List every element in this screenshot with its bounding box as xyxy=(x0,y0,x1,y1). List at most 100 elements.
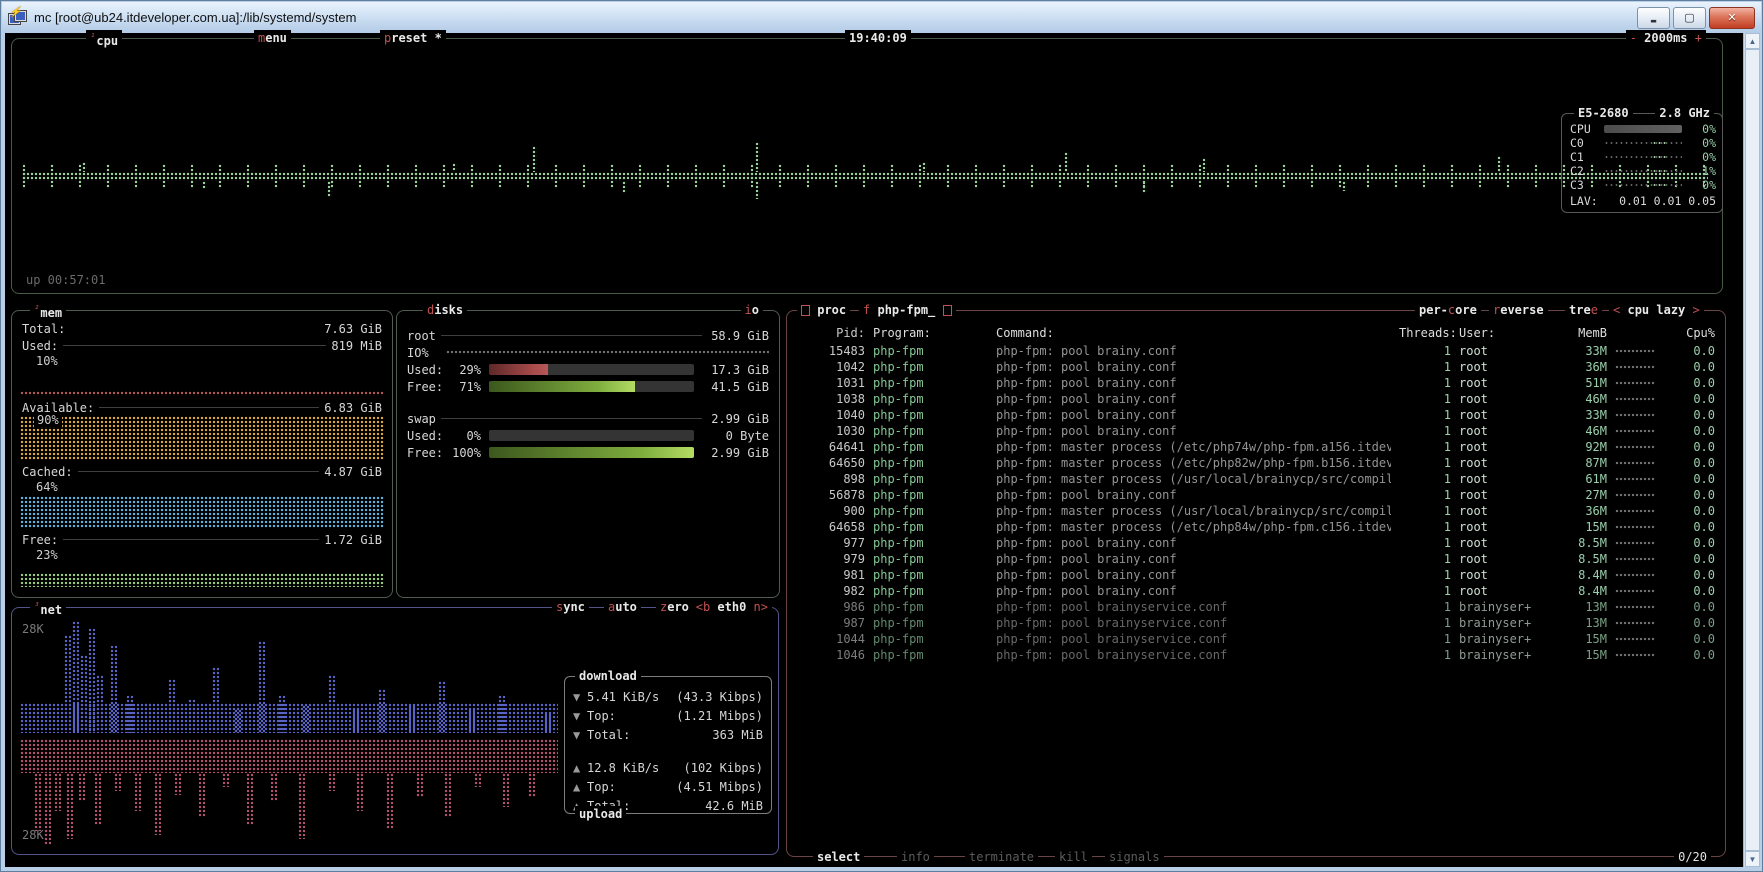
cpu-model: E5-2680 xyxy=(1574,105,1633,121)
download-total-row: Total:363 MiB xyxy=(573,725,763,744)
disk-root-row: root58.9 GiB xyxy=(397,328,779,343)
mem-cached-row: Cached:4.87 GiB xyxy=(12,464,392,479)
mem-available-graph: 90% xyxy=(20,416,384,460)
swap-used-meter xyxy=(489,430,694,441)
process-row[interactable]: 15483php-fpmphp-fpm: pool brainy.conf1ro… xyxy=(787,343,1725,359)
interval-minus-button[interactable]: - xyxy=(1630,31,1637,45)
process-row[interactable]: 900php-fpmphp-fpm: master process (/usr/… xyxy=(787,503,1725,519)
footer-info-button[interactable]: info xyxy=(897,849,934,865)
proc-table-header: Pid: Program: Command: Threads: User: Me… xyxy=(787,325,1725,341)
mem-free-row: Free:1.72 GiB xyxy=(12,532,392,547)
proc-title: proc xyxy=(797,302,850,318)
load-average-row: LAV: 0.01 0.01 0.05 xyxy=(1570,194,1716,209)
scroll-down-icon[interactable] xyxy=(1745,851,1760,867)
cpu-core-row: C30% xyxy=(1570,178,1716,192)
process-row[interactable]: 981php-fpmphp-fpm: pool brainy.conf1root… xyxy=(787,567,1725,583)
scrollbar[interactable] xyxy=(1743,33,1760,867)
cpu-core-row: CPU0% xyxy=(1570,122,1716,136)
process-row[interactable]: 64650php-fpmphp-fpm: master process (/et… xyxy=(787,455,1725,471)
net-sync-button[interactable]: sync xyxy=(552,599,589,615)
interval-value: 2000ms xyxy=(1644,31,1687,45)
process-row[interactable]: 56878php-fpmphp-fpm: pool brainy.conf1ro… xyxy=(787,487,1725,503)
disks-box: disks io root58.9 GiB IO% Used:29% 17.3 … xyxy=(396,310,780,598)
cpu-core-row: C21% xyxy=(1570,164,1716,178)
reverse-button[interactable]: reverse xyxy=(1489,302,1548,318)
process-row[interactable]: 982php-fpmphp-fpm: pool brainy.conf1root… xyxy=(787,583,1725,599)
mem-used-percent: 10% xyxy=(36,354,58,369)
iface-next-button[interactable]: n> xyxy=(754,600,768,614)
net-upload-graph xyxy=(20,739,558,851)
titlebar[interactable]: ⚡ mc [root@ub24.itdeveloper.com.ua]:/lib… xyxy=(2,2,1761,33)
filter-marker-icon xyxy=(943,305,952,316)
process-row[interactable]: 986php-fpmphp-fpm: pool brainyservice.co… xyxy=(787,599,1725,615)
putty-window: ⚡ mc [root@ub24.itdeveloper.com.ua]:/lib… xyxy=(0,0,1763,872)
tree-button[interactable]: tree xyxy=(1565,302,1602,318)
process-row[interactable]: 977php-fpmphp-fpm: pool brainy.conf1root… xyxy=(787,535,1725,551)
tab-mem[interactable]: ²mem xyxy=(30,302,66,321)
upload-speed-row: 12.8 KiB/s(102 Kibps) xyxy=(573,758,763,777)
upload-arrow-icon xyxy=(573,761,587,775)
process-row[interactable]: 1031php-fpmphp-fpm: pool brainy.conf1roo… xyxy=(787,375,1725,391)
upload-top-row: Top:(4.51 Mibps) xyxy=(573,777,763,796)
sort-prev-button[interactable]: < xyxy=(1613,303,1620,317)
net-auto-button[interactable]: auto xyxy=(604,599,641,615)
process-row[interactable]: 1042php-fpmphp-fpm: pool brainy.conf1roo… xyxy=(787,359,1725,375)
scrollbar-thumb[interactable] xyxy=(1745,49,1760,851)
cpu-core-row: C10% xyxy=(1570,150,1716,164)
cpu-side-rows: CPU0%C00%C10%C21%C30% xyxy=(1570,122,1716,192)
process-row[interactable]: 987php-fpmphp-fpm: pool brainyservice.co… xyxy=(787,615,1725,631)
maximize-button[interactable] xyxy=(1673,7,1706,29)
disk-swap-free-row: Free:100% 2.99 GiB xyxy=(397,445,779,460)
disk-swap-row: swap2.99 GiB xyxy=(397,411,779,426)
iface-prev-button[interactable]: <b xyxy=(696,600,710,614)
proc-rows: 15483php-fpmphp-fpm: pool brainy.conf1ro… xyxy=(787,343,1725,663)
cpu-box: ¹cpu menu preset * 19:40:09 - 2000ms + E… xyxy=(11,38,1723,294)
window-title: mc [root@ub24.itdeveloper.com.ua]:/lib/s… xyxy=(34,10,1637,25)
tab-cpu[interactable]: ¹cpu xyxy=(86,30,122,49)
clock: 19:40:09 xyxy=(845,30,911,46)
sort-next-button[interactable]: > xyxy=(1693,303,1700,317)
process-row[interactable]: 64658php-fpmphp-fpm: master process (/et… xyxy=(787,519,1725,535)
mem-total-row: Total:7.63 GiB xyxy=(12,321,392,336)
cpu-graph xyxy=(22,157,1708,197)
disk-root-free-row: Free:71% 41.5 GiB xyxy=(397,379,779,394)
process-row[interactable]: 1038php-fpmphp-fpm: pool brainy.conf1roo… xyxy=(787,391,1725,407)
net-interface-switcher[interactable]: <b eth0 n> xyxy=(692,599,772,615)
disk-io-graph xyxy=(446,350,769,355)
download-arrow-icon xyxy=(573,709,587,723)
io-mode-button[interactable]: io xyxy=(741,302,763,318)
close-button[interactable] xyxy=(1709,7,1755,29)
process-row[interactable]: 1046php-fpmphp-fpm: pool brainyservice.c… xyxy=(787,647,1725,663)
net-zero-button[interactable]: zero xyxy=(656,599,693,615)
footer-terminate-button[interactable]: terminate xyxy=(965,849,1038,865)
process-row[interactable]: 979php-fpmphp-fpm: pool brainy.conf1root… xyxy=(787,551,1725,567)
sort-selector[interactable]: < cpu lazy > xyxy=(1609,302,1704,318)
process-row[interactable]: 64641php-fpmphp-fpm: master process (/et… xyxy=(787,439,1725,455)
preset-button[interactable]: preset * xyxy=(380,30,446,46)
interval-plus-button[interactable]: + xyxy=(1695,31,1702,45)
update-interval: - 2000ms + xyxy=(1626,30,1706,46)
scroll-up-icon[interactable] xyxy=(1745,33,1760,49)
footer-signals-button[interactable]: signals xyxy=(1105,849,1164,865)
tab-net[interactable]: ³net xyxy=(30,599,66,618)
menu-button[interactable]: menu xyxy=(254,30,291,46)
iface-name: eth0 xyxy=(717,600,746,614)
footer-select-button[interactable]: select xyxy=(813,849,864,865)
lav-values: 0.01 0.01 0.05 xyxy=(1619,194,1716,209)
per-core-button[interactable]: per-core xyxy=(1415,302,1481,318)
process-row[interactable]: 1040php-fpmphp-fpm: pool brainy.conf1roo… xyxy=(787,407,1725,423)
process-row[interactable]: 1044php-fpmphp-fpm: pool brainyservice.c… xyxy=(787,631,1725,647)
footer-kill-button[interactable]: kill xyxy=(1055,849,1092,865)
cpu-frequency: 2.8 GHz xyxy=(1655,105,1714,121)
proc-marker-icon xyxy=(801,305,810,316)
terminal: ¹cpu menu preset * 19:40:09 - 2000ms + E… xyxy=(5,33,1743,867)
process-row[interactable]: 1030php-fpmphp-fpm: pool brainy.conf1roo… xyxy=(787,423,1725,439)
minimize-button[interactable] xyxy=(1637,7,1670,29)
mem-used-graph xyxy=(20,391,384,396)
disks-title: disks xyxy=(423,302,467,318)
download-arrow-icon xyxy=(573,690,587,704)
uptime: up 00:57:01 xyxy=(26,273,105,287)
mem-used-row: Used:819 MiB xyxy=(12,338,392,353)
process-row[interactable]: 898php-fpmphp-fpm: master process (/usr/… xyxy=(787,471,1725,487)
proc-filter[interactable]: f php-fpm_ xyxy=(859,302,956,318)
